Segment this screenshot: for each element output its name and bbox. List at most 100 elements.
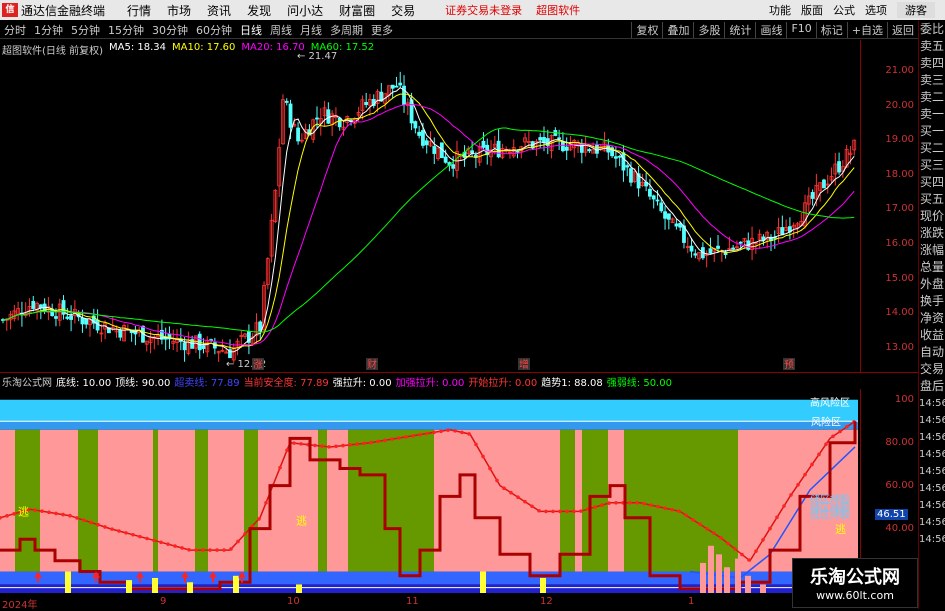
safety-dot <box>558 509 562 514</box>
candle-body <box>443 156 448 163</box>
quote-panel-item: 14:56 <box>919 466 945 477</box>
indicator-value-label: 强拉升: 0.00 <box>332 378 392 389</box>
tool-f10[interactable]: F10 <box>786 21 815 38</box>
candle-body <box>651 195 656 200</box>
risk-zone <box>0 421 858 430</box>
app-title: 通达信金融终端 <box>21 3 106 18</box>
tool-draw[interactable]: 画线 <box>755 21 786 38</box>
event-marker[interactable]: 增 <box>519 358 529 371</box>
candle-body <box>655 199 660 202</box>
candle-body <box>542 137 546 143</box>
period-intraday[interactable]: 分时 <box>0 22 30 38</box>
candle-body <box>837 161 841 173</box>
quote-panel-item: 买二 <box>919 141 944 155</box>
period-1min[interactable]: 1分钟 <box>30 22 67 38</box>
candle-body <box>284 100 289 103</box>
period-5min[interactable]: 5分钟 <box>67 22 104 38</box>
safety-dot <box>460 430 464 435</box>
menu-item-quotes[interactable]: 行情 <box>127 2 151 19</box>
trend-band <box>318 429 327 572</box>
indicator-value-label: 底线: 10.00 <box>56 378 112 389</box>
price-tick-label: 16.00 <box>885 238 914 250</box>
menu-item-wealth[interactable]: 财富圈 <box>339 2 375 19</box>
tool-mark[interactable]: 标记 <box>815 21 847 38</box>
event-marker[interactable]: 涨 <box>253 359 263 371</box>
safety-dot <box>467 432 471 436</box>
price-axis: 21.00 20.00 19.00 18.00 17.00 16.00 15.00 14.00… <box>860 40 918 372</box>
safety-dot <box>628 501 632 505</box>
candlestick-chart[interactable]: ← 21.47← 12.62涨财增预 <box>0 40 860 372</box>
menu-item-trade[interactable]: 交易 <box>391 2 415 19</box>
safety-dot <box>698 522 702 527</box>
quote-panel-item: 14:56 <box>919 432 945 443</box>
menu-options[interactable]: 选项 <box>865 2 887 18</box>
safety-dot <box>530 504 534 509</box>
safety-dot <box>383 438 387 443</box>
safety-dot <box>754 549 758 553</box>
period-weekly[interactable]: 周线 <box>266 22 296 38</box>
indicator-chart[interactable]: 高风险区风险区储区持股持区持股低区持股逃逃逃 <box>0 389 860 593</box>
visitor-button[interactable]: 游客 <box>897 2 935 18</box>
menu-formula[interactable]: 公式 <box>833 2 855 18</box>
ma5-label: MA5: 18.34 <box>108 42 166 53</box>
safety-dot <box>796 482 800 487</box>
quote-panel-item: 14:56 <box>919 398 945 409</box>
period-daily[interactable]: 日线 <box>236 22 266 38</box>
quote-panel-item: 交易 <box>919 362 944 376</box>
candle-body <box>364 101 369 105</box>
menu-item-market[interactable]: 市场 <box>167 2 191 19</box>
safety-dot <box>537 508 541 513</box>
menu-item-ask[interactable]: 问小达 <box>287 2 323 19</box>
tool-adjust[interactable]: 复权 <box>631 21 662 38</box>
quote-panel-item: 涨幅 <box>919 243 944 257</box>
safety-dot <box>425 431 429 436</box>
quote-panel-item: 14:56 <box>919 500 945 511</box>
menu-item-discover[interactable]: 发现 <box>247 2 271 19</box>
tool-multi-stock[interactable]: 多股 <box>693 21 724 38</box>
candle-body <box>515 150 520 153</box>
safety-dot <box>278 465 282 470</box>
period-15min[interactable]: 15分钟 <box>104 22 148 38</box>
period-more[interactable]: 更多 <box>367 22 397 38</box>
safety-dot <box>733 547 737 551</box>
tool-stats[interactable]: 统计 <box>724 21 755 38</box>
safety-dot <box>152 538 156 543</box>
menu-item-news[interactable]: 资讯 <box>207 2 231 19</box>
tool-back[interactable]: 返回 <box>887 21 918 38</box>
event-marker[interactable]: 预 <box>784 359 794 371</box>
price-tick-label: 13.00 <box>885 341 914 353</box>
candle-body <box>617 155 622 158</box>
ma10-label: MA10: 17.60 <box>172 42 236 53</box>
signal-bar <box>760 584 766 593</box>
menu-layout[interactable]: 版面 <box>801 2 823 18</box>
indicator-tick-label: 100 <box>894 393 914 405</box>
quote-panel-item: 总量 <box>919 260 944 274</box>
safety-dot <box>334 444 338 449</box>
pane-divider[interactable] <box>0 372 918 373</box>
safety-dot <box>313 443 317 448</box>
tool-overlay[interactable]: 叠加 <box>662 21 693 38</box>
safety-dot <box>320 444 324 448</box>
menu-function[interactable]: 功能 <box>769 2 791 18</box>
safety-dot <box>327 445 331 449</box>
date-tick-label: 10 <box>287 596 300 607</box>
period-30min[interactable]: 30分钟 <box>148 22 192 38</box>
safety-dot <box>180 546 184 550</box>
signal-bar <box>735 558 741 593</box>
period-multi[interactable]: 多周期 <box>326 22 367 38</box>
price-tick-label: 19.00 <box>885 134 914 146</box>
tool-add-favorite[interactable]: +自选 <box>846 21 887 38</box>
safety-dot <box>481 454 485 459</box>
period-monthly[interactable]: 月线 <box>296 22 326 38</box>
indicator-value-tag: 46.51 <box>875 508 908 520</box>
candle-body <box>587 149 592 152</box>
trend-band <box>434 429 560 572</box>
quote-panel-item: 收益 <box>919 328 944 342</box>
period-60min[interactable]: 60分钟 <box>192 22 236 38</box>
login-warning[interactable]: 证券交易未登录 <box>445 2 522 18</box>
event-marker[interactable]: 财 <box>367 358 377 371</box>
safety-dot <box>810 462 814 467</box>
safety-dot <box>677 509 681 513</box>
safety-dot <box>166 542 170 546</box>
safety-dot <box>131 532 135 537</box>
